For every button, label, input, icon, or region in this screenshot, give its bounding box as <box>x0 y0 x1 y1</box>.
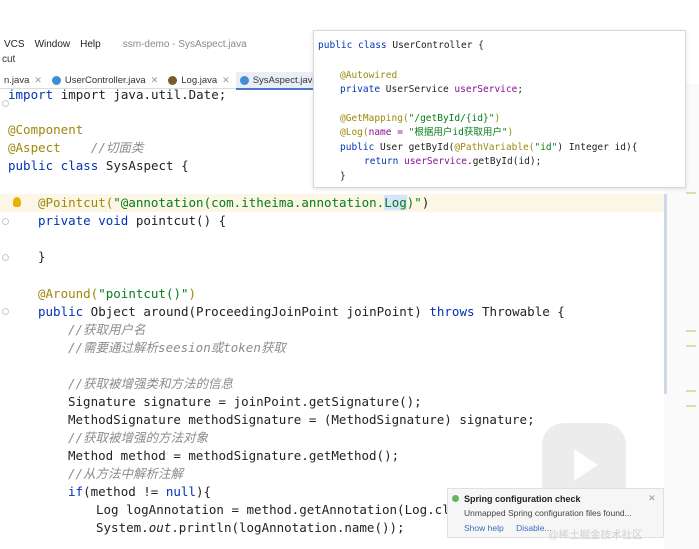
code-line: if(method != null){ <box>68 484 212 499</box>
code-line: @Aspect //切面类 <box>8 140 144 155</box>
warning-marker[interactable] <box>686 330 696 332</box>
lightbulb-icon[interactable] <box>13 197 21 207</box>
code-comment: //从方法中解析注解 <box>68 466 184 481</box>
code-line: Method method = methodSignature.getMetho… <box>68 448 400 463</box>
code-line: import import java.util.Date; <box>8 87 227 102</box>
code-line: public Object around(ProceedingJoinPoint… <box>38 304 565 319</box>
fold-icon[interactable] <box>2 254 9 261</box>
code-comment: //需要通过解析seesion或token获取 <box>68 340 286 355</box>
code-line: System.out.println(logAnnotation.name())… <box>96 520 405 535</box>
notification-links: Show help Disable... <box>464 523 562 533</box>
play-icon <box>574 449 598 481</box>
show-help-link[interactable]: Show help <box>464 523 504 533</box>
notification-title: Spring configuration check <box>464 494 581 504</box>
code-line: } <box>38 249 46 264</box>
menu-window[interactable]: Window <box>35 39 71 50</box>
code-comment: //获取用户名 <box>68 322 146 337</box>
warning-marker[interactable] <box>686 405 696 407</box>
popup-code-line: public User getById(@PathVariable("id") … <box>340 142 638 153</box>
code-line: @Component <box>8 122 84 137</box>
popup-code-line: } <box>340 171 346 182</box>
code-line: @Pointcut("@annotation(com.itheima.annot… <box>38 195 430 210</box>
breadcrumb[interactable]: cut <box>0 54 15 70</box>
code-line: private void pointcut() { <box>38 213 227 228</box>
warning-marker[interactable] <box>686 192 696 194</box>
popup-code-line: @Log(name = "根据用户id获取用户") <box>340 127 514 138</box>
watermark: @稀土掘金技术社区 <box>548 529 643 541</box>
code-line: public class SysAspect { <box>8 158 189 173</box>
popup-code-line: public class UserController { <box>318 40 484 51</box>
popup-code-line: private UserService userService; <box>340 84 524 95</box>
menu-help[interactable]: Help <box>80 39 101 50</box>
disable-link[interactable]: Disable... <box>516 523 551 533</box>
popup-code-line: @Autowired <box>340 70 398 81</box>
scroll-thumb[interactable] <box>664 194 667 394</box>
warning-marker[interactable] <box>686 345 696 347</box>
notification-body: Unmapped Spring configuration files foun… <box>464 508 632 518</box>
code-line: Log logAnnotation = method.getAnnotation… <box>96 502 458 517</box>
warning-marker[interactable] <box>686 390 696 392</box>
popup-code-line: return userService.getById(id); <box>364 156 542 167</box>
code-line: Signature signature = joinPoint.getSigna… <box>68 394 422 409</box>
window-title: ssm-demo - SysAspect.java <box>122 38 247 50</box>
popup-code-line: @GetMapping("/getById/{id}") <box>340 113 501 124</box>
code-comment: //获取被增强类和方法的信息 <box>68 376 234 391</box>
usercontroller-popup: public class UserController { @Autowired… <box>313 30 686 188</box>
fold-icon[interactable] <box>2 218 9 225</box>
code-line: MethodSignature methodSignature = (Metho… <box>68 412 535 427</box>
fold-icon[interactable] <box>2 308 9 315</box>
code-comment: //获取被增强的方法对象 <box>68 430 209 445</box>
menu-vcs[interactable]: VCS <box>4 39 25 50</box>
close-icon[interactable]: ✕ <box>648 493 656 504</box>
spring-icon <box>452 495 459 502</box>
menu-bar: VCS Window Help ssm-demo - SysAspect.jav… <box>0 34 330 54</box>
code-line: @Around("pointcut()") <box>38 286 197 301</box>
